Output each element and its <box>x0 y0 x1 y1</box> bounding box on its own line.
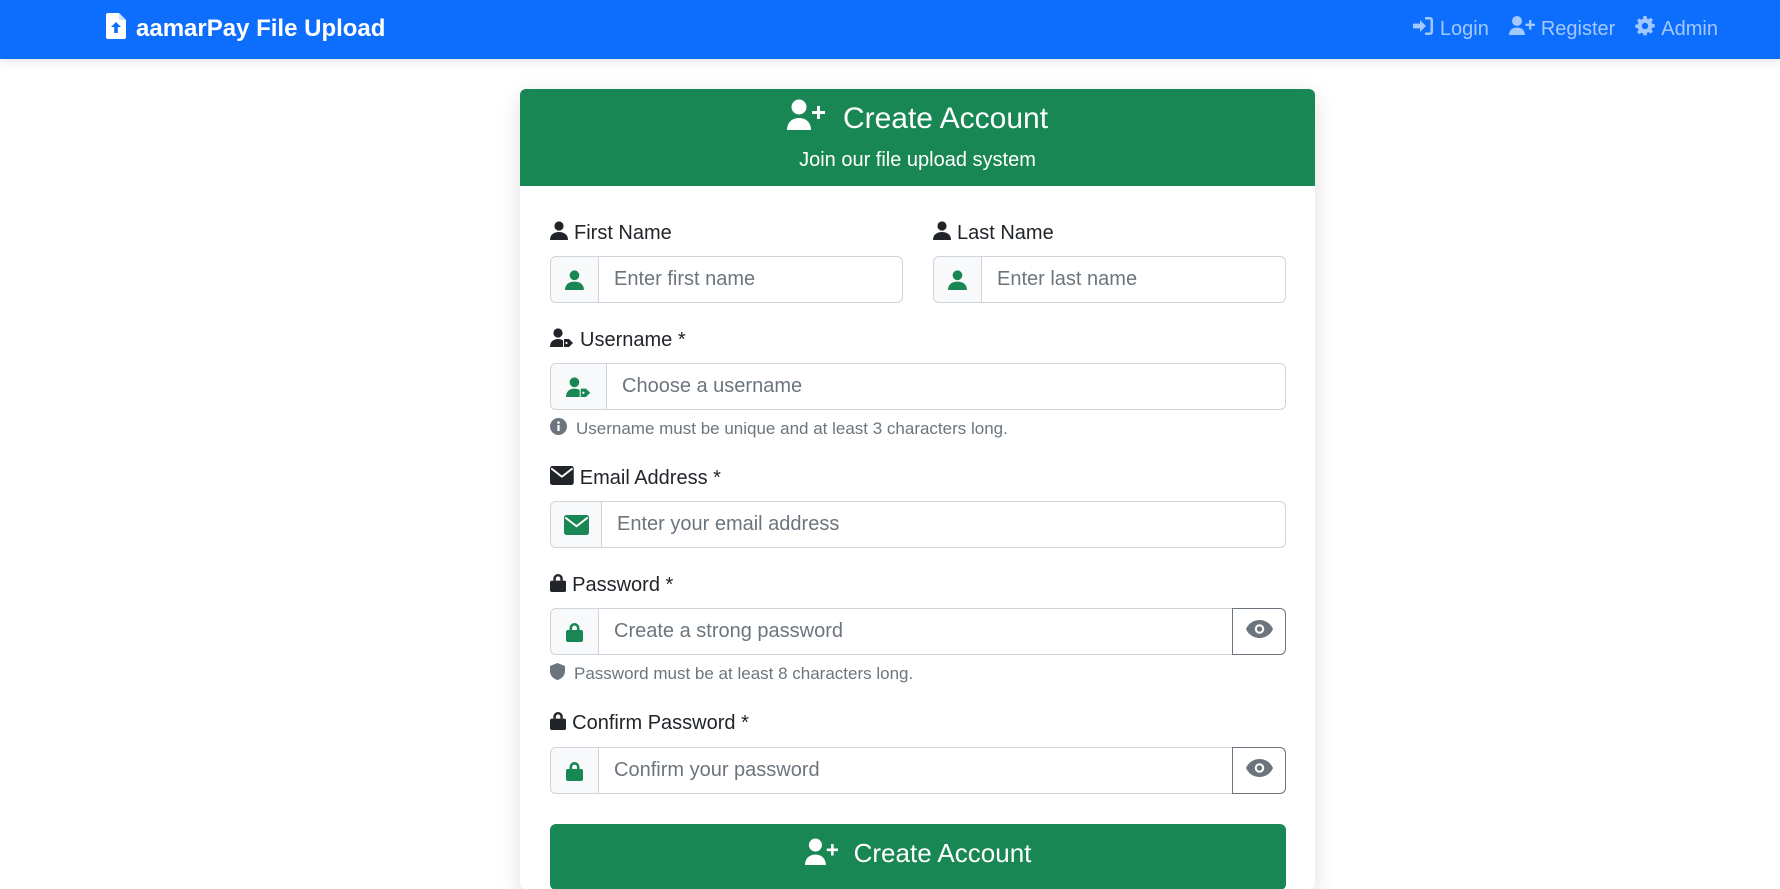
nav-register-label: Register <box>1540 17 1616 40</box>
shield-icon <box>550 663 565 685</box>
sign-in-icon <box>1412 16 1434 42</box>
email-label-text: Email Address * <box>579 466 721 489</box>
first-name-input[interactable] <box>599 257 902 302</box>
user-tag-icon <box>550 327 574 353</box>
username-input[interactable] <box>607 364 1285 409</box>
username-label-text: Username * <box>580 328 686 351</box>
nav-login-label: Login <box>1439 17 1489 40</box>
toggle-password-button[interactable] <box>1232 608 1286 655</box>
nav-admin-label: Admin <box>1661 17 1718 40</box>
first-name-label: First Name <box>550 219 672 247</box>
username-label: Username * <box>550 326 686 354</box>
user-plus-icon <box>804 838 838 873</box>
envelope-icon <box>551 502 602 547</box>
password-label-text: Password * <box>572 573 674 596</box>
brand-link[interactable]: aamarPay File Upload <box>106 12 385 46</box>
card-title: Create Account <box>842 102 1049 135</box>
lock-icon <box>550 711 567 736</box>
username-group <box>550 363 1286 410</box>
last-name-label-text: Last Name <box>957 221 1054 244</box>
gear-icon <box>1635 16 1655 42</box>
password-help: Password must be at least 8 characters l… <box>550 663 913 685</box>
user-icon <box>550 220 568 246</box>
file-upload-icon <box>106 12 126 46</box>
top-navbar: aamarPay File Upload Login Register Admi… <box>0 0 1780 59</box>
card-header: Create Account Join our file upload syst… <box>520 89 1315 186</box>
eye-icon <box>1245 759 1273 782</box>
confirm-password-group <box>550 747 1286 794</box>
email-input[interactable] <box>602 502 1285 547</box>
card-subtitle: Join our file upload system <box>799 149 1036 171</box>
confirm-password-input[interactable] <box>599 748 1232 793</box>
confirm-password-label: Confirm Password * <box>550 709 749 737</box>
nav-register-link[interactable]: Register <box>1508 16 1616 42</box>
lock-icon <box>551 609 599 654</box>
first-name-group <box>550 256 903 303</box>
last-name-label: Last Name <box>933 219 1054 247</box>
password-input[interactable] <box>599 609 1232 654</box>
brand-title: aamarPay File Upload <box>136 15 386 42</box>
toggle-confirm-password-button[interactable] <box>1232 747 1286 794</box>
nav-login-link[interactable]: Login <box>1412 16 1489 42</box>
envelope-icon <box>550 465 574 491</box>
user-icon <box>933 220 951 246</box>
first-name-label-text: First Name <box>574 221 672 244</box>
confirm-password-label-text: Confirm Password * <box>572 711 749 734</box>
eye-icon <box>1245 620 1273 643</box>
password-help-text: Password must be at least 8 characters l… <box>574 664 914 683</box>
username-help: Username must be unique and at least 3 c… <box>550 418 1008 440</box>
lock-icon <box>551 748 599 793</box>
nav-admin-link[interactable]: Admin <box>1635 16 1718 42</box>
last-name-input[interactable] <box>982 257 1285 302</box>
lock-icon <box>550 573 567 598</box>
user-icon <box>934 257 982 302</box>
user-tag-icon <box>551 364 607 409</box>
email-group <box>550 501 1286 548</box>
password-group <box>550 608 1286 655</box>
register-card: Create Account Join our file upload syst… <box>520 89 1315 889</box>
last-name-group <box>933 256 1286 303</box>
password-label: Password * <box>550 571 673 599</box>
email-label: Email Address * <box>550 464 721 492</box>
info-circle-icon <box>550 418 567 440</box>
user-icon <box>551 257 599 302</box>
create-account-button[interactable]: Create Account <box>550 824 1286 889</box>
create-account-button-label: Create Account <box>853 838 1032 868</box>
user-plus-icon <box>1508 16 1535 42</box>
username-help-text: Username must be unique and at least 3 c… <box>576 419 1008 438</box>
user-plus-icon <box>786 99 825 139</box>
